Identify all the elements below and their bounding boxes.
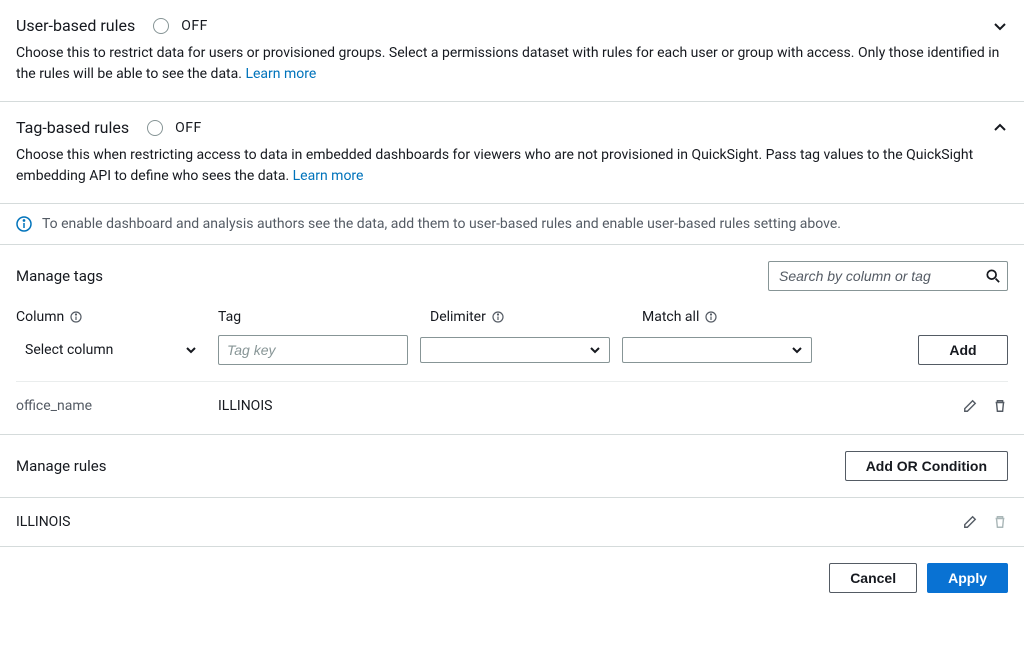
chevron-down-icon	[791, 344, 803, 356]
toggle-radio[interactable]	[147, 120, 163, 136]
toggle-radio[interactable]	[153, 18, 169, 34]
search-wrap	[768, 261, 1008, 291]
learn-more-link[interactable]: Learn more	[293, 168, 364, 184]
select-column-label: Select column	[25, 342, 113, 358]
section-header: Tag-based rules OFF	[16, 118, 1008, 137]
manage-rules-header: Manage rules Add OR Condition	[0, 435, 1024, 498]
chevron-down-icon	[589, 344, 601, 356]
info-icon[interactable]	[70, 311, 82, 323]
add-or-condition-button[interactable]: Add OR Condition	[845, 451, 1008, 481]
search-input[interactable]	[768, 261, 1008, 291]
tags-table-header: Column Tag Delimiter Match all	[16, 309, 1008, 335]
tag-key-input[interactable]	[218, 335, 408, 365]
manage-tags-title: Manage tags	[16, 267, 103, 285]
tags-input-row: Select column Add	[16, 335, 1008, 382]
info-banner-text: To enable dashboard and analysis authors…	[42, 216, 841, 232]
toggle-wrap: OFF	[153, 18, 208, 34]
user-based-rules-section: User-based rules OFF Choose this to rest…	[0, 0, 1024, 102]
tag-based-title: Tag-based rules	[16, 118, 129, 137]
apply-button[interactable]: Apply	[927, 563, 1008, 593]
row-actions	[962, 398, 1008, 414]
tag-based-rules-section: Tag-based rules OFF Choose this when res…	[0, 102, 1024, 204]
th-delimiter: Delimiter	[430, 309, 630, 325]
toggle-wrap: OFF	[147, 120, 202, 136]
edit-icon[interactable]	[962, 514, 978, 530]
edit-icon[interactable]	[962, 398, 978, 414]
rule-row: ILLINOIS	[0, 498, 1024, 547]
chevron-up-icon[interactable]	[992, 120, 1008, 136]
th-tag: Tag	[218, 309, 418, 325]
th-tag-label: Tag	[218, 309, 241, 325]
row-actions	[962, 514, 1008, 530]
info-icon	[16, 216, 32, 232]
title-group: User-based rules OFF	[16, 16, 208, 35]
title-group: Tag-based rules OFF	[16, 118, 202, 137]
chevron-down-icon	[185, 344, 197, 356]
th-column-label: Column	[16, 309, 64, 325]
search-icon[interactable]	[986, 269, 1000, 283]
th-column: Column	[16, 309, 206, 325]
match-all-dropdown[interactable]	[622, 337, 812, 363]
info-icon[interactable]	[705, 311, 717, 323]
user-based-desc: Choose this to restrict data for users o…	[16, 43, 1008, 85]
table-row: office_name ILLINOIS	[16, 382, 1008, 418]
cancel-button[interactable]: Cancel	[829, 563, 917, 593]
toggle-state: OFF	[181, 18, 208, 34]
cell-column: office_name	[16, 398, 206, 414]
section-header: User-based rules OFF	[16, 16, 1008, 35]
cell-tag: ILLINOIS	[218, 398, 418, 414]
desc-text: Choose this when restricting access to d…	[16, 147, 973, 184]
info-icon[interactable]	[492, 311, 504, 323]
footer: Cancel Apply	[0, 547, 1024, 609]
learn-more-link[interactable]: Learn more	[245, 66, 316, 82]
desc-text: Choose this to restrict data for users o…	[16, 45, 999, 82]
select-column-dropdown[interactable]: Select column	[16, 335, 206, 365]
delete-icon	[992, 514, 1008, 530]
manage-tags-header: Manage tags	[16, 261, 1008, 291]
chevron-down-icon[interactable]	[992, 18, 1008, 34]
manage-tags-section: Manage tags Column Tag Delimiter Match a…	[0, 245, 1024, 435]
rule-label: ILLINOIS	[16, 514, 70, 530]
toggle-state: OFF	[175, 120, 202, 136]
tag-based-desc: Choose this when restricting access to d…	[16, 145, 1008, 187]
delete-icon[interactable]	[992, 398, 1008, 414]
th-match-all: Match all	[642, 309, 842, 325]
delimiter-dropdown[interactable]	[420, 337, 610, 363]
add-tag-button[interactable]: Add	[918, 335, 1008, 365]
th-match-label: Match all	[642, 309, 699, 325]
th-delimiter-label: Delimiter	[430, 309, 486, 325]
manage-rules-title: Manage rules	[16, 457, 107, 475]
info-banner: To enable dashboard and analysis authors…	[0, 204, 1024, 245]
user-based-title: User-based rules	[16, 16, 135, 35]
